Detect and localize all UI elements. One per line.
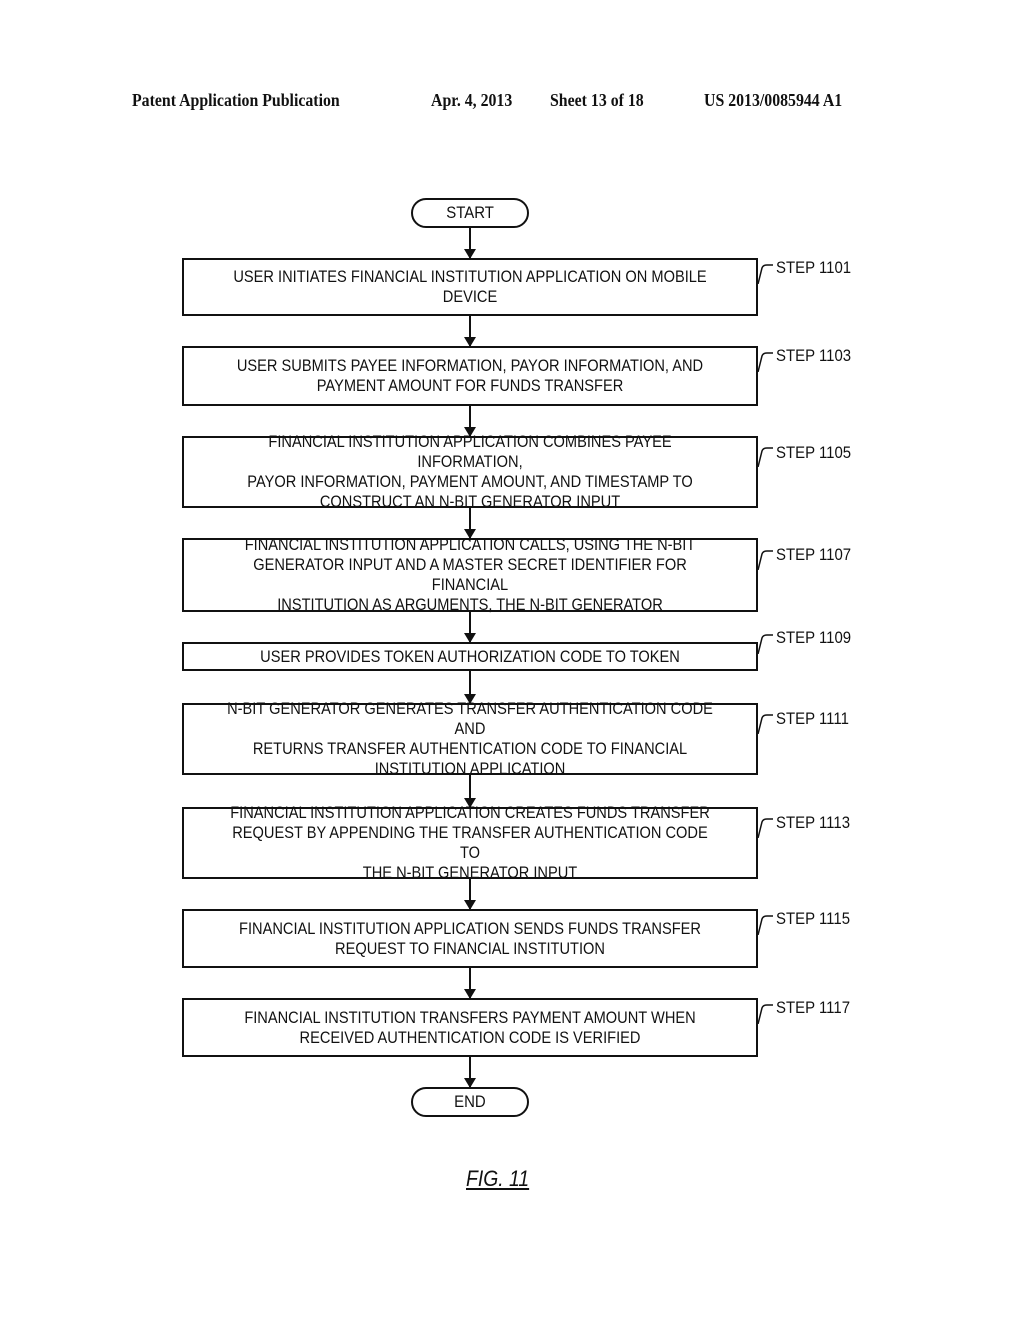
start-label: START <box>446 203 494 222</box>
figure-caption: FIG. 11 <box>466 1166 530 1191</box>
arrow-connector <box>464 228 476 259</box>
step-text: USER SUBMITS PAYEE INFORMATION, PAYOR IN… <box>236 356 704 395</box>
step-label-1113: STEP 1113 <box>776 813 851 832</box>
patent-number: US 2013/0085944 A1 <box>704 90 843 110</box>
step-label-1103: STEP 1103 <box>776 346 852 365</box>
patent-header: Patent Application Publication Apr. 4, 2… <box>0 90 1024 114</box>
leader-line-icon <box>757 447 773 467</box>
step-label-1107: STEP 1107 <box>776 545 852 564</box>
step-text: FINANCIAL INSTITUTION APPLICATION COMBIN… <box>247 432 693 511</box>
arrow-connector <box>464 1057 476 1088</box>
step-box-1101: USER INITIATES FINANCIAL INSTITUTION APP… <box>182 258 758 316</box>
step-label-1111: STEP 1111 <box>776 709 849 728</box>
end-label: END <box>454 1092 486 1111</box>
arrow-connector <box>464 879 476 910</box>
step-box-1103: USER SUBMITS PAYEE INFORMATION, PAYOR IN… <box>182 346 758 406</box>
start-terminal: START <box>411 198 529 228</box>
arrow-connector <box>464 612 476 643</box>
leader-line-icon <box>757 634 773 654</box>
step-box-1105: FINANCIAL INSTITUTION APPLICATION COMBIN… <box>182 432 758 511</box>
step-label-1117: STEP 1117 <box>776 998 851 1017</box>
step-box-1107: FINANCIAL INSTITUTION APPLICATION CALLS,… <box>182 535 758 614</box>
leader-line-icon <box>757 1004 773 1024</box>
leader-line-icon <box>757 818 773 838</box>
step-text: USER INITIATES FINANCIAL INSTITUTION APP… <box>233 267 707 306</box>
publication-date: Apr. 4, 2013 <box>431 90 513 110</box>
step-text: FINANCIAL INSTITUTION APPLICATION CALLS,… <box>244 535 696 614</box>
step-box-1115: FINANCIAL INSTITUTION APPLICATION SENDS … <box>182 909 758 968</box>
step-text: N-BIT GENERATOR GENERATES TRANSFER AUTHE… <box>227 699 713 778</box>
leader-line-icon <box>757 714 773 734</box>
arrow-connector <box>464 968 476 999</box>
leader-line-icon <box>757 915 773 935</box>
leader-line-icon <box>757 352 773 372</box>
step-box-1109: USER PROVIDES TOKEN AUTHORIZATION CODE T… <box>182 642 758 671</box>
step-label-1115: STEP 1115 <box>776 909 851 928</box>
end-terminal: END <box>411 1087 529 1117</box>
arrow-connector <box>464 508 476 539</box>
step-label-1101: STEP 1101 <box>776 258 852 277</box>
step-text: FINANCIAL INSTITUTION TRANSFERS PAYMENT … <box>244 1007 696 1047</box>
step-box-1113: FINANCIAL INSTITUTION APPLICATION CREATE… <box>182 803 758 882</box>
step-text: FINANCIAL INSTITUTION APPLICATION CREATE… <box>230 803 710 882</box>
leader-line-icon <box>757 264 773 284</box>
sheet-number: Sheet 13 of 18 <box>550 90 644 110</box>
step-text: FINANCIAL INSTITUTION APPLICATION SENDS … <box>239 918 701 958</box>
leader-line-icon <box>757 550 773 570</box>
step-box-1111: N-BIT GENERATOR GENERATES TRANSFER AUTHE… <box>182 699 758 778</box>
step-label-1109: STEP 1109 <box>776 628 852 647</box>
publication-title: Patent Application Publication <box>132 90 340 110</box>
arrow-connector <box>464 316 476 347</box>
step-text: USER PROVIDES TOKEN AUTHORIZATION CODE T… <box>260 646 680 666</box>
step-box-1117: FINANCIAL INSTITUTION TRANSFERS PAYMENT … <box>182 998 758 1057</box>
step-label-1105: STEP 1105 <box>776 443 852 462</box>
